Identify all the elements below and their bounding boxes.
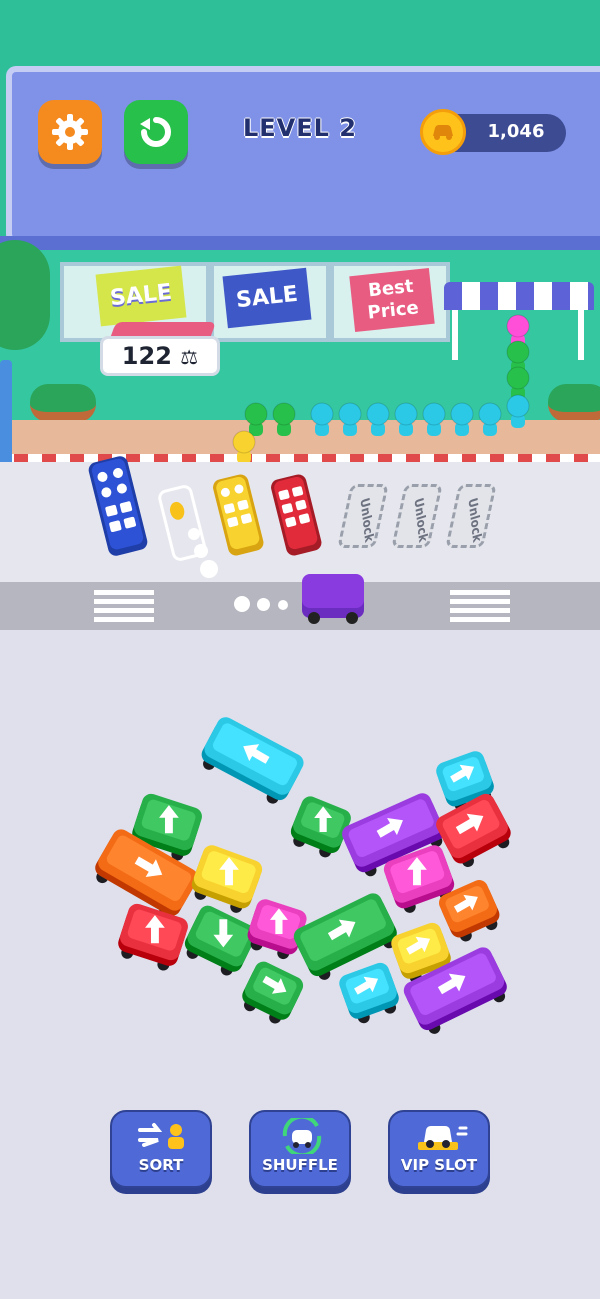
crosswalk [94, 590, 154, 622]
sort-label: SORT [138, 1156, 184, 1174]
car-vehicle[interactable] [179, 903, 259, 981]
game-screen: SALE SALE Best Price 122 ⚖ Unlock Unlock… [0, 0, 600, 1299]
sort-icon [138, 1123, 184, 1149]
exhaust-puff [194, 544, 208, 558]
gear-icon [52, 114, 88, 150]
exhaust-puff [200, 560, 218, 578]
car-vehicle[interactable] [237, 959, 307, 1029]
passenger [450, 402, 474, 436]
parking-slots [88, 455, 323, 561]
unlock-label: Unlock [411, 496, 431, 544]
shuffle-icon [282, 1118, 322, 1154]
exhaust-puff [257, 598, 270, 611]
exhaust-puff [234, 596, 250, 612]
exhaust-puff [278, 600, 288, 610]
seat-icon: ⚖ [180, 345, 199, 369]
passenger [394, 402, 418, 436]
bus-vehicle[interactable] [196, 714, 307, 809]
passenger [366, 402, 390, 436]
unlock-label: Unlock [357, 496, 377, 544]
crosswalk [450, 590, 510, 622]
unlock-label: Unlock [465, 496, 485, 544]
restart-icon [140, 117, 171, 147]
shuffle-button[interactable]: SHUFFLE [249, 1110, 351, 1188]
passenger [272, 402, 296, 436]
vehicle-grid [95, 714, 511, 1034]
coin-balance: 1,046 [487, 121, 545, 142]
sort-button[interactable]: SORT [110, 1110, 212, 1188]
vip-car-icon [418, 1126, 468, 1150]
sale-sign: SALE [95, 265, 187, 327]
yellow-bus[interactable] [211, 473, 265, 557]
level-title: LEVEL 2 [242, 114, 357, 142]
passenger [338, 402, 362, 436]
store-awning [444, 282, 594, 310]
passenger [506, 394, 530, 428]
bush-planter [548, 384, 600, 422]
passenger [310, 402, 334, 436]
passenger [244, 402, 268, 436]
passenger [422, 402, 446, 436]
passenger-count-tag: 122 ⚖ [100, 336, 220, 376]
passenger-count: 122 [121, 342, 172, 370]
vip-slot-label: VIP SLOT [400, 1156, 478, 1174]
shuffle-label: SHUFFLE [262, 1156, 338, 1174]
vip-slot-button[interactable]: VIP SLOT [388, 1110, 490, 1188]
tree [0, 240, 50, 350]
car-vehicle[interactable] [187, 843, 264, 917]
exhaust-puff [188, 528, 200, 540]
car-vehicle[interactable] [337, 960, 404, 1027]
bush-planter [30, 384, 96, 422]
red-bus[interactable] [269, 473, 323, 557]
blue-bus[interactable] [88, 455, 149, 558]
roof-edge [0, 236, 600, 250]
car-coin-icon [420, 109, 466, 155]
passenger [478, 402, 502, 436]
settings-button[interactable] [38, 100, 102, 164]
awning-pole [578, 310, 584, 360]
restart-button[interactable] [124, 100, 188, 164]
purple-bus-moving [302, 574, 364, 624]
car-vehicle[interactable] [286, 794, 354, 862]
